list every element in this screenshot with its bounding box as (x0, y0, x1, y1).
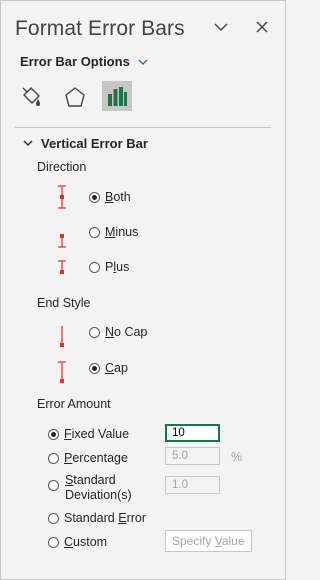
radio-circle (48, 452, 59, 464)
percentage-input[interactable]: 5.0 (165, 447, 220, 465)
error-bar-options-tab[interactable] (102, 81, 132, 111)
fixed-value-label: Fixed Value (64, 427, 130, 441)
direction-minus-radio[interactable]: Minus (89, 225, 138, 239)
no-cap-icon (60, 326, 64, 347)
divider (15, 127, 271, 128)
both-errorbar-icon (58, 185, 66, 209)
standard-error-radio[interactable]: Standard Error (48, 511, 146, 525)
percentage-label: Percentage (64, 451, 128, 465)
radio-circle (48, 512, 59, 524)
standard-deviation-radio[interactable] (48, 480, 59, 491)
cap-radio[interactable]: Cap (89, 361, 128, 375)
error-amount-label: Error Amount (37, 397, 111, 411)
error-bar-options-dropdown[interactable]: Error Bar Options (20, 54, 148, 69)
section-chevron-icon (23, 140, 33, 146)
direction-minus-label: Minus (105, 225, 139, 239)
percent-unit: % (231, 450, 243, 464)
vertical-error-bar-section[interactable]: Vertical Error Bar (23, 136, 148, 151)
radio-circle (89, 226, 100, 238)
pane-title: Format Error Bars (15, 17, 185, 40)
chevron-down-icon[interactable] (210, 16, 232, 38)
radio-circle (89, 261, 100, 273)
bar-chart-icon (108, 87, 127, 106)
direction-plus-radio[interactable]: Plus (89, 260, 129, 274)
format-error-bars-pane: Format Error Bars Error Bar Options Vert… (0, 0, 286, 580)
radio-circle (48, 428, 59, 440)
paint-bucket-icon (22, 87, 40, 106)
specify-value-button[interactable]: Specify Value (165, 530, 252, 552)
end-style-label: End Style (37, 296, 91, 310)
cap-icon (58, 361, 66, 383)
percentage-radio[interactable]: Percentage (48, 451, 128, 465)
no-cap-label: No Cap (105, 325, 148, 339)
standard-deviation-input[interactable]: 1.0 (165, 476, 220, 494)
cap-label: Cap (105, 361, 128, 375)
fixed-value-input[interactable]: 10 (165, 424, 220, 442)
radio-circle (48, 480, 59, 491)
radio-circle (48, 536, 59, 548)
section-title: Vertical Error Bar (41, 136, 148, 151)
radio-circle (89, 362, 100, 374)
custom-radio[interactable]: Custom (48, 535, 107, 549)
minus-errorbar-icon (58, 234, 66, 248)
options-chevron-icon (138, 54, 148, 69)
direction-both-radio[interactable]: Both (89, 190, 131, 204)
fixed-value-radio[interactable]: Fixed Value (48, 427, 129, 441)
direction-both-label: Both (105, 190, 131, 204)
standard-error-label: Standard Error (64, 511, 147, 525)
direction-label: Direction (37, 160, 87, 174)
direction-plus-label: Plus (105, 260, 130, 274)
standard-deviation-label: Standard Deviation(s) (65, 473, 132, 502)
plus-errorbar-icon (58, 260, 66, 274)
pentagon-icon (65, 87, 85, 107)
close-icon[interactable] (251, 16, 273, 38)
fill-line-tab[interactable] (17, 82, 47, 112)
options-label: Error Bar Options (20, 54, 130, 69)
radio-circle (89, 326, 100, 338)
no-cap-radio[interactable]: No Cap (89, 325, 147, 339)
custom-label: Custom (64, 535, 108, 549)
radio-circle (89, 191, 100, 203)
effects-tab[interactable] (60, 82, 90, 112)
